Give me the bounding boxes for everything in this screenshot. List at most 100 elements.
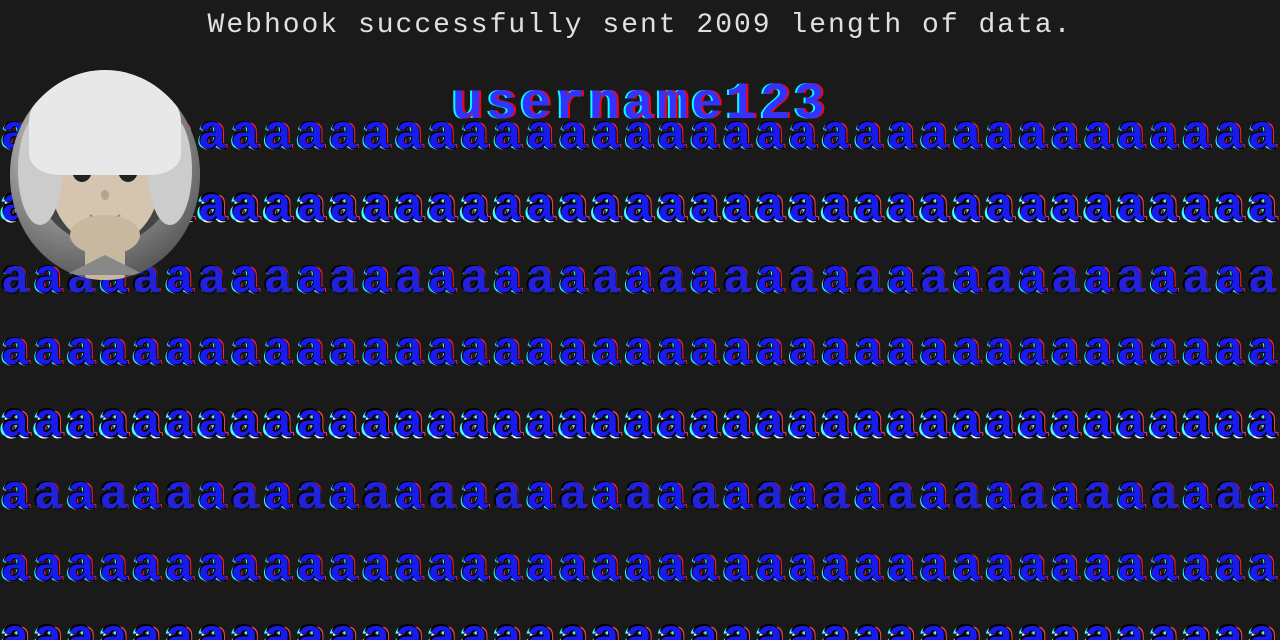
spam-char: a	[132, 541, 163, 595]
spam-char: a	[428, 469, 459, 523]
spam-char: a	[1117, 253, 1148, 307]
spam-char: a	[1182, 109, 1213, 163]
spam-char: a	[264, 325, 295, 379]
spam-char: a	[428, 541, 459, 595]
spam-char: a	[985, 109, 1016, 163]
spam-char: a	[1084, 181, 1115, 235]
spam-char: a	[1018, 469, 1049, 523]
spam-char: a	[395, 613, 426, 640]
spam-char: a	[985, 613, 1016, 640]
spam-char: a	[329, 397, 360, 451]
spam-char: a	[231, 253, 262, 307]
spam-char: a	[526, 181, 557, 235]
spam-char: a	[592, 181, 623, 235]
spam-char: a	[559, 613, 590, 640]
spam-char: a	[854, 397, 885, 451]
spam-char: a	[165, 325, 196, 379]
spam-char: a	[198, 469, 229, 523]
spam-char: a	[887, 325, 918, 379]
spam-char: a	[690, 613, 721, 640]
spam-char: a	[690, 541, 721, 595]
spam-char: a	[920, 541, 951, 595]
spam-char: a	[821, 613, 852, 640]
spam-char: a	[395, 181, 426, 235]
spam-char: a	[657, 397, 688, 451]
spam-char: a	[723, 469, 754, 523]
spam-char: a	[1, 541, 32, 595]
spam-char: a	[756, 613, 787, 640]
spam-char: a	[493, 469, 524, 523]
spam-char: a	[756, 541, 787, 595]
spam-char: a	[1248, 397, 1279, 451]
spam-char: a	[67, 397, 98, 451]
spam-row: aaaaaaaaaaaaaaaaaaaaaaaaaaaaaaaaaaaaaaaa…	[0, 604, 1280, 640]
spam-char: a	[1182, 397, 1213, 451]
spam-char: a	[821, 325, 852, 379]
spam-char: a	[198, 397, 229, 451]
spam-char: a	[362, 397, 393, 451]
spam-char: a	[493, 325, 524, 379]
spam-char: a	[296, 181, 327, 235]
spam-char: a	[99, 325, 130, 379]
spam-char: a	[789, 541, 820, 595]
spam-char: a	[362, 541, 393, 595]
spam-char: a	[592, 397, 623, 451]
spam-char: a	[690, 181, 721, 235]
spam-char: a	[460, 613, 491, 640]
spam-char: a	[1051, 613, 1082, 640]
spam-char: a	[362, 181, 393, 235]
spam-char: a	[985, 469, 1016, 523]
spam-char: a	[198, 541, 229, 595]
spam-char: a	[953, 469, 984, 523]
spam-char: a	[395, 325, 426, 379]
spam-char: a	[165, 613, 196, 640]
spam-char: a	[99, 469, 130, 523]
spam-char: a	[723, 181, 754, 235]
spam-char: a	[920, 613, 951, 640]
spam-char: a	[395, 469, 426, 523]
spam-row: aaaaaaaaaaaaaaaaaaaaaaaaaaaaaaaaaaaaaaaa…	[0, 532, 1280, 604]
spam-char: a	[821, 253, 852, 307]
spam-char: a	[231, 325, 262, 379]
spam-char: a	[756, 181, 787, 235]
spam-char: a	[657, 541, 688, 595]
spam-char: a	[264, 109, 295, 163]
spam-char: a	[624, 613, 655, 640]
spam-char: a	[1084, 109, 1115, 163]
spam-char: a	[1051, 325, 1082, 379]
spam-char: a	[592, 469, 623, 523]
spam-char: a	[1248, 325, 1279, 379]
spam-char: a	[1215, 469, 1246, 523]
spam-char: a	[624, 541, 655, 595]
spam-char: a	[264, 181, 295, 235]
spam-char: a	[592, 325, 623, 379]
spam-char: a	[953, 541, 984, 595]
spam-char: a	[854, 109, 885, 163]
spam-char: a	[231, 397, 262, 451]
spam-char: a	[1215, 325, 1246, 379]
spam-char: a	[953, 397, 984, 451]
spam-char: a	[1248, 181, 1279, 235]
spam-char: a	[132, 469, 163, 523]
spam-char: a	[493, 397, 524, 451]
spam-char: a	[1149, 325, 1180, 379]
spam-char: a	[723, 397, 754, 451]
spam-char: a	[887, 181, 918, 235]
spam-char: a	[559, 541, 590, 595]
spam-char: a	[1117, 109, 1148, 163]
spam-char: a	[1051, 181, 1082, 235]
webhook-notification: Webhook successfully sent 2009 length of…	[0, 10, 1280, 41]
spam-char: a	[1248, 613, 1279, 640]
spam-char: a	[1084, 613, 1115, 640]
spam-char: a	[624, 181, 655, 235]
spam-char: a	[657, 181, 688, 235]
spam-char: a	[1215, 541, 1246, 595]
spam-char: a	[756, 325, 787, 379]
spam-char: a	[1149, 613, 1180, 640]
spam-char: a	[526, 325, 557, 379]
spam-char: a	[920, 109, 951, 163]
spam-char: a	[1051, 253, 1082, 307]
spam-char: a	[1018, 253, 1049, 307]
spam-char: a	[1248, 541, 1279, 595]
spam-char: a	[526, 541, 557, 595]
